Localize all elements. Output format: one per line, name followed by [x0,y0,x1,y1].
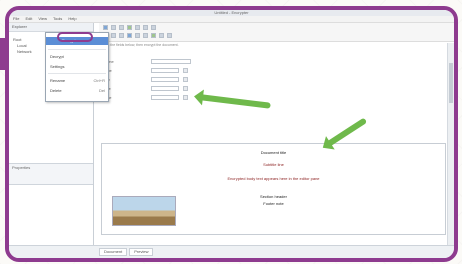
type-spinner[interactable] [183,67,188,73]
table-icon[interactable] [159,33,164,38]
tab-preview[interactable]: Preview [129,248,154,256]
new-icon[interactable] [103,25,108,30]
note-field[interactable] [151,94,179,100]
tab-document[interactable]: Document [99,248,128,256]
field-label: Type [103,68,147,73]
save-icon[interactable] [119,25,124,30]
sidebar-title: Explorer [12,24,27,29]
tree-item[interactable]: Network [13,49,32,55]
landscape-image [112,196,176,226]
toolbar-row-1 [103,25,156,31]
paste-icon[interactable] [151,25,156,30]
name-field[interactable] [151,58,191,64]
app-window: Untitled - Encrypter File Edit View Tool… [9,10,454,258]
field-label: Key [103,77,147,82]
form-row: Note [103,94,188,100]
align-right-icon[interactable] [143,33,148,38]
document-editor[interactable]: Document title Subtitle line Encrypted b… [101,143,446,235]
menu-item[interactable]: Rename Ctrl+R [50,77,105,84]
menu-bar: File Edit View Tools Help [9,16,454,23]
key-spinner[interactable] [183,76,188,82]
editor-line: Encrypted body text appears here in the … [227,176,320,181]
menu-item[interactable]: Decrypt [50,53,105,60]
menu-item-label: Decrypt [50,54,64,59]
bottom-bar: Document Preview [9,245,454,258]
copy-icon[interactable] [143,25,148,30]
info-notice: Fill out the fields below, then encrypt … [99,43,179,47]
menu-item[interactable]: Delete Del [50,87,105,94]
menu-shortcut: Del [98,88,105,93]
toolbar-row-2 [103,33,172,39]
cut-icon[interactable] [135,25,140,30]
note-spinner[interactable] [183,94,188,100]
properties-title: Properties [12,165,31,170]
menu-tools[interactable]: Tools [53,16,62,22]
menu-separator [48,73,106,74]
highlight-outline [57,32,93,42]
size-spinner[interactable] [183,85,188,91]
lock-icon[interactable] [127,25,132,30]
tree-view: Root Local Network [13,37,32,55]
editor-line: Document title [260,150,287,155]
menu-item[interactable]: Settings [50,63,105,70]
toolbar [99,23,454,42]
menu-item-label: Delete [50,88,62,93]
editor-line: Section header [260,194,287,199]
properties-panel: Properties [9,163,93,185]
menu-item-label: Rename [50,78,66,83]
vertical-scrollbar[interactable] [447,43,454,246]
bottom-tabs: Document Preview [99,248,154,256]
menu-shortcut: Ctrl+R [93,78,105,83]
main-content: Fill out the fields below, then encrypt … [97,43,454,246]
field-label: Size [103,86,147,91]
image-icon[interactable] [151,33,156,38]
form-row: Type [103,67,188,73]
field-label: Note [103,95,147,100]
size-field[interactable] [151,85,179,91]
form-row: Name [103,58,191,64]
sidebar-header: Explorer [9,23,93,32]
form-row: Size [103,85,188,91]
editor-line: Footer note [263,201,284,206]
menu-view[interactable]: View [38,16,47,22]
editor-line: Subtitle line [263,162,284,167]
align-left-icon[interactable] [127,33,132,38]
link-icon[interactable] [167,33,172,38]
underline-icon[interactable] [119,33,124,38]
menu-item-label: Settings [50,64,65,69]
menu-edit[interactable]: Edit [25,16,32,22]
type-field[interactable] [151,67,179,73]
key-field[interactable] [151,76,179,82]
dropdown-menu: Encrypt Decrypt Settings Rename Ctrl+R D… [45,32,109,102]
field-label: Name [103,59,147,64]
scrollbar-thumb[interactable] [449,63,453,103]
italic-icon[interactable] [111,33,116,38]
form-row: Key [103,76,188,82]
menu-separator [48,49,106,50]
menu-file[interactable]: File [13,16,19,22]
align-center-icon[interactable] [135,33,140,38]
open-icon[interactable] [111,25,116,30]
menu-help[interactable]: Help [68,16,76,22]
screenshot-frame: Untitled - Encrypter File Edit View Tool… [5,6,458,262]
